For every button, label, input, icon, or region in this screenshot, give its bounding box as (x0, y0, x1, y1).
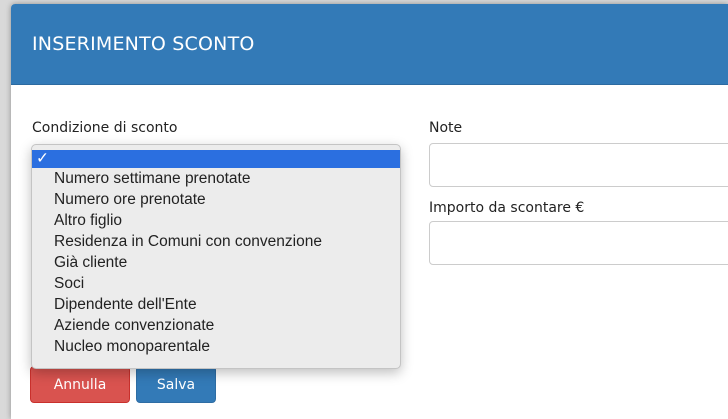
amount-label: Importo da scontare € (429, 200, 585, 216)
cancel-button[interactable]: Annulla (30, 366, 130, 403)
modal-header: INSERIMENTO SCONTO (11, 4, 728, 85)
dropdown-option[interactable]: Numero settimane prenotate (32, 168, 400, 189)
dropdown-option[interactable]: Aziende convenzionate (32, 315, 400, 336)
dropdown-option[interactable]: Soci (32, 273, 400, 294)
checkmark-icon: ✓ (36, 150, 49, 167)
dropdown-option[interactable]: Numero ore prenotate (32, 189, 400, 210)
dropdown-option[interactable]: Altro figlio (32, 210, 400, 231)
dropdown-option[interactable]: Dipendente dell'Ente (32, 294, 400, 315)
modal-title: INSERIMENTO SCONTO (32, 33, 255, 55)
dropdown-option-empty[interactable]: ✓ (32, 150, 400, 168)
dropdown-option[interactable]: Già cliente (32, 252, 400, 273)
dropdown-option[interactable]: Nucleo monoparentale (32, 336, 400, 357)
note-label: Note (429, 120, 463, 136)
discount-condition-label: Condizione di sconto (32, 120, 178, 136)
discount-condition-dropdown[interactable]: ✓ Numero settimane prenotate Numero ore … (31, 144, 401, 369)
amount-input[interactable] (429, 221, 728, 265)
dropdown-option[interactable]: Residenza in Comuni con convenzione (32, 231, 400, 252)
discount-modal: INSERIMENTO SCONTO Condizione di sconto … (11, 4, 728, 419)
save-button[interactable]: Salva (136, 366, 216, 403)
note-input[interactable] (429, 143, 728, 187)
